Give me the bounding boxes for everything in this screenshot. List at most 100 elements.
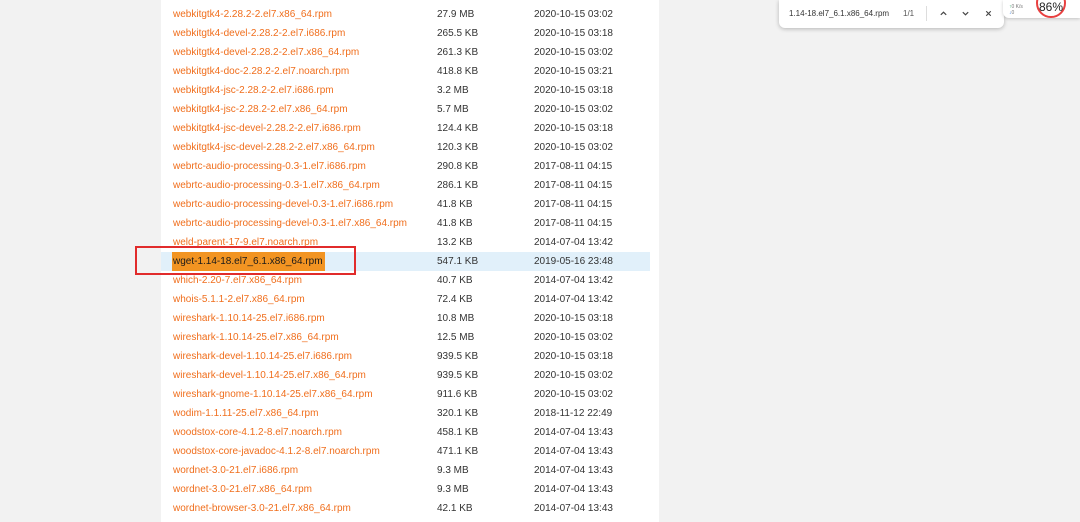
file-date: 2014-07-04 13:42 [534,237,613,248]
file-link[interactable]: wodim-1.1.11-25.el7.x86_64.rpm [173,404,318,423]
find-query-input[interactable]: 1.14-18.el7_6.1.x86_64.rpm [789,9,889,18]
file-row: webrtc-audio-processing-0.3-1.el7.i686.r… [161,157,650,176]
file-date: 2014-07-04 13:42 [534,275,613,286]
file-date: 2020-10-15 03:18 [534,351,613,362]
file-link[interactable]: wireshark-gnome-1.10.14-25.el7.x86_64.rp… [173,385,373,404]
file-link[interactable]: webrtc-audio-processing-devel-0.3-1.el7.… [173,214,407,233]
file-size: 939.5 KB [437,351,479,362]
file-link[interactable]: webkitgtk4-jsc-devel-2.28.2-2.el7.x86_64… [173,138,375,157]
file-date: 2020-10-15 03:02 [534,142,613,153]
file-size: 42.1 KB [437,503,473,514]
file-link[interactable]: woodstox-core-javadoc-4.1.2-8.el7.noarch… [173,442,380,461]
file-row: webkitgtk4-jsc-2.28.2-2.el7.x86_64.rpm 5.… [161,100,650,119]
file-link[interactable]: webkitgtk4-doc-2.28.2-2.el7.noarch.rpm [173,62,349,81]
file-link[interactable]: webrtc-audio-processing-0.3-1.el7.x86_64… [173,176,380,195]
file-date: 2020-10-15 03:02 [534,389,613,400]
file-row: webkitgtk4-devel-2.28.2-2.el7.i686.rpm 26… [161,24,650,43]
file-date: 2017-08-11 04:15 [534,218,613,229]
chevron-up-icon[interactable] [935,5,951,21]
find-divider [926,6,927,21]
file-date: 2020-10-15 03:02 [534,9,613,20]
file-size: 261.3 KB [437,47,479,58]
file-link[interactable]: webkitgtk4-devel-2.28.2-2.el7.x86_64.rpm [173,43,359,62]
file-link[interactable]: wordnet-browser-3.0-21.el7.x86_64.rpm [173,499,351,518]
file-date: 2020-10-15 03:18 [534,123,613,134]
file-size: 290.8 KB [437,161,479,172]
file-size: 418.8 KB [437,66,479,77]
file-size: 41.8 KB [437,199,473,210]
file-size: 939.5 KB [437,370,479,381]
file-date: 2018-11-12 22:49 [534,408,613,419]
file-date: 2014-07-04 13:42 [534,294,613,305]
file-size: 320.1 KB [437,408,479,419]
file-link[interactable]: webrtc-audio-processing-devel-0.3-1.el7.… [173,195,393,214]
file-link[interactable]: webrtc-audio-processing-0.3-1.el7.i686.r… [173,157,366,176]
file-link[interactable]: webkitgtk4-jsc-2.28.2-2.el7.x86_64.rpm [173,100,348,119]
file-size: 265.5 KB [437,28,479,39]
file-date: 2020-10-15 03:02 [534,47,613,58]
file-size: 41.8 KB [437,218,473,229]
chevron-down-icon[interactable] [957,5,973,21]
file-link[interactable]: weld-parent-17-9.el7.noarch.rpm [173,233,318,252]
file-size: 286.1 KB [437,180,479,191]
file-row: webrtc-audio-processing-0.3-1.el7.x86_64… [161,176,650,195]
cpu-usage-gauge: 86% [1036,0,1066,18]
file-link[interactable]: wireshark-devel-1.10.14-25.el7.i686.rpm [173,347,352,366]
file-date: 2020-10-15 03:21 [534,66,613,77]
file-row: wordnet-3.0-21.el7.x86_64.rpm 9.3 MB 2014-… [161,480,650,499]
file-row: wordnet-browser-3.0-21.el7.x86_64.rpm 42.… [161,499,650,518]
file-link[interactable]: woodstox-core-4.1.2-8.el7.noarch.rpm [173,423,342,442]
file-link[interactable]: webkitgtk4-devel-2.28.2-2.el7.i686.rpm [173,24,345,43]
file-row: wireshark-1.10.14-25.el7.x86_64.rpm 12.5 … [161,328,650,347]
file-link[interactable]: wireshark-1.10.14-25.el7.i686.rpm [173,309,325,328]
file-link[interactable]: whois-5.1.1-2.el7.x86_64.rpm [173,290,305,309]
file-row: webkitgtk4-jsc-devel-2.28.2-2.el7.x86_64… [161,138,650,157]
file-link[interactable]: which-2.20-7.el7.x86_64.rpm [173,271,302,290]
file-row: webrtc-audio-processing-devel-0.3-1.el7.… [161,214,650,233]
file-row: webkitgtk4-doc-2.28.2-2.el7.noarch.rpm 41… [161,62,650,81]
speed-unit: K/s [1015,4,1023,10]
file-date: 2020-10-15 03:02 [534,332,613,343]
file-size: 124.4 KB [437,123,479,134]
file-row: which-2.20-7.el7.x86_64.rpm 40.7 KB 2014-0… [161,271,650,290]
file-row: webkitgtk4-jsc-2.28.2-2.el7.i686.rpm 3.2 … [161,81,650,100]
file-row: woodstox-core-4.1.2-8.el7.noarch.rpm 458.… [161,423,650,442]
file-date: 2020-10-15 03:18 [534,28,613,39]
file-row: webkitgtk4-devel-2.28.2-2.el7.x86_64.rpm… [161,43,650,62]
file-date: 2014-07-04 13:43 [534,427,613,438]
find-match-count: 1/1 [903,9,915,18]
file-row: wireshark-devel-1.10.14-25.el7.i686.rpm 9… [161,347,650,366]
file-row: wireshark-gnome-1.10.14-25.el7.x86_64.rp… [161,385,650,404]
close-icon[interactable] [980,5,996,21]
file-row: wordnet-3.0-21.el7.i686.rpm 9.3 MB 2014-07… [161,461,650,480]
file-date: 2017-08-11 04:15 [534,199,613,210]
network-speed-readout: ↑0 K/s ↓0 [1009,4,1023,16]
file-size: 13.2 KB [437,237,473,248]
file-size: 911.6 KB [437,389,478,400]
file-size: 10.8 MB [437,313,475,324]
file-date: 2020-10-15 03:02 [534,370,613,381]
file-link[interactable]: wireshark-1.10.14-25.el7.x86_64.rpm [173,328,339,347]
file-link[interactable]: wget-1.14-18.el7_6.1.x86_64.rpm [172,252,325,271]
file-size: 458.1 KB [437,427,479,438]
file-size: 12.5 MB [437,332,475,343]
file-link[interactable]: webkitgtk4-jsc-devel-2.28.2-2.el7.i686.r… [173,119,361,138]
file-link[interactable]: webkitgtk4-2.28.2-2.el7.x86_64.rpm [173,5,332,24]
file-link[interactable]: wordnet-3.0-21.el7.i686.rpm [173,461,298,480]
file-link[interactable]: wireshark-devel-1.10.14-25.el7.x86_64.rp… [173,366,366,385]
file-date: 2014-07-04 13:43 [534,465,613,476]
file-link[interactable]: wordnet-3.0-21.el7.x86_64.rpm [173,480,312,499]
file-row: woodstox-core-javadoc-4.1.2-8.el7.noarch… [161,442,650,461]
file-size: 9.3 MB [437,484,469,495]
file-size: 547.1 KB [437,256,479,267]
file-date: 2014-07-04 13:43 [534,503,613,514]
file-date: 2014-07-04 13:43 [534,446,613,457]
file-link[interactable]: webkitgtk4-jsc-2.28.2-2.el7.i686.rpm [173,81,334,100]
file-row: wireshark-1.10.14-25.el7.i686.rpm 10.8 MB… [161,309,650,328]
file-size: 120.3 KB [437,142,479,153]
file-row: wget-1.14-18.el7_6.1.x86_64.rpm 547.1 KB 2… [161,252,650,271]
file-date: 2020-10-15 03:18 [534,313,613,324]
file-size: 5.7 MB [437,104,469,115]
cpu-usage-percent: 86% [1038,0,1064,14]
file-size: 40.7 KB [437,275,473,286]
